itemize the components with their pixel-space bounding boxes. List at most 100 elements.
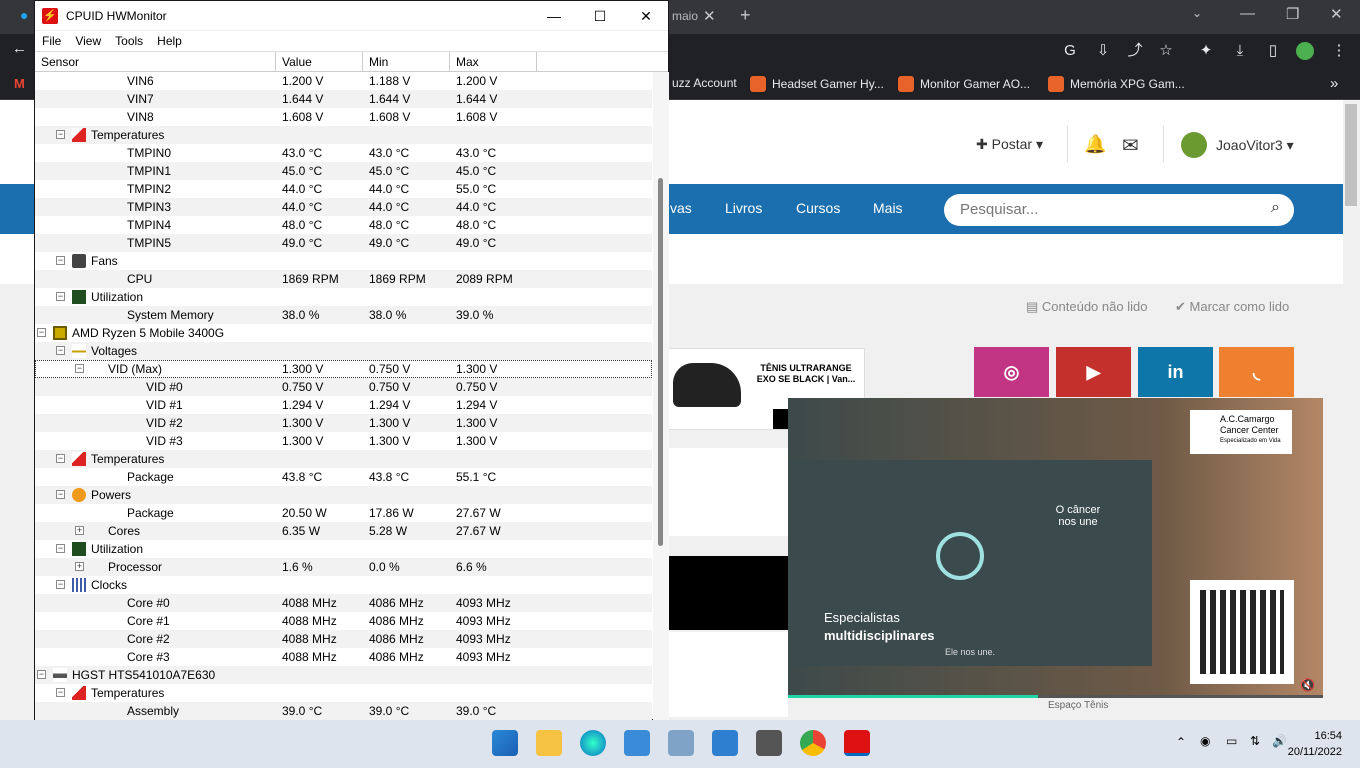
clock[interactable]: 16:54 20/11/2022: [1288, 728, 1342, 760]
maximize-button[interactable]: ☐: [577, 1, 623, 31]
sensor-group-row[interactable]: − Powers: [35, 486, 652, 504]
sensor-group-row[interactable]: − Temperatures: [35, 450, 652, 468]
collapse-toggle[interactable]: −: [37, 328, 46, 337]
gmail-icon[interactable]: M: [14, 76, 25, 91]
menu-kebab-icon[interactable]: ⋮: [1330, 42, 1348, 60]
sensor-row[interactable]: Core #2 4088 MHz 4086 MHz 4093 MHz: [35, 630, 652, 648]
sensor-row[interactable]: TMPIN4 48.0 °C 48.0 °C 48.0 °C: [35, 216, 652, 234]
sensor-row[interactable]: VIN6 1.200 V 1.188 V 1.200 V: [35, 72, 652, 90]
minimize-icon[interactable]: —: [1240, 5, 1255, 22]
sensor-row[interactable]: TMPIN2 44.0 °C 44.0 °C 55.0 °C: [35, 180, 652, 198]
collapse-toggle[interactable]: −: [75, 364, 84, 373]
user-menu[interactable]: JoaoVitor3 ▾: [1216, 137, 1294, 154]
collapse-toggle[interactable]: −: [56, 346, 65, 355]
volume-icon[interactable]: 🔊: [1272, 734, 1287, 748]
nav-item[interactable]: vas: [670, 200, 692, 216]
sensor-tree[interactable]: VIN6 1.200 V 1.188 V 1.200 V VIN7 1.644 V 1.64…: [35, 72, 652, 720]
sensor-row[interactable]: VID #2 1.300 V 1.300 V 1.300 V: [35, 414, 652, 432]
start-icon[interactable]: [492, 730, 518, 756]
sensor-row[interactable]: + Cores 6.35 W 5.28 W 27.67 W: [35, 522, 652, 540]
app-icon[interactable]: [756, 730, 782, 756]
collapse-toggle[interactable]: −: [37, 670, 46, 679]
collapse-toggle[interactable]: −: [56, 256, 65, 265]
share-icon[interactable]: ⤴: [1126, 42, 1144, 60]
menu-file[interactable]: File: [35, 34, 68, 48]
collapse-toggle[interactable]: −: [56, 544, 65, 553]
sidepanel-icon[interactable]: ▯: [1264, 42, 1282, 60]
youtube-icon[interactable]: ▶: [1056, 347, 1131, 397]
bookmark-item[interactable]: uzz Account: [672, 76, 737, 90]
steam-icon[interactable]: ◉: [1200, 734, 1210, 748]
mute-icon[interactable]: 🔇: [1300, 678, 1315, 692]
sensor-group-row[interactable]: − HGST HTS541010A7E630: [35, 666, 652, 684]
install-icon[interactable]: ⇩: [1094, 42, 1112, 60]
rss-icon[interactable]: ◟: [1219, 347, 1294, 397]
close-button[interactable]: ✕: [623, 1, 669, 31]
linkedin-icon[interactable]: in: [1138, 347, 1213, 397]
sensor-row[interactable]: TMPIN3 44.0 °C 44.0 °C 44.0 °C: [35, 198, 652, 216]
collapse-toggle[interactable]: −: [56, 580, 65, 589]
sensor-group-row[interactable]: − Utilization: [35, 288, 652, 306]
sensor-group-row[interactable]: − Clocks: [35, 576, 652, 594]
col-value[interactable]: Value: [276, 52, 363, 71]
bookmark-item[interactable]: Monitor Gamer AO...: [898, 76, 1030, 92]
sensor-group-row[interactable]: − Fans: [35, 252, 652, 270]
profile-avatar[interactable]: [1296, 42, 1314, 60]
sensor-row[interactable]: Core #1 4088 MHz 4086 MHz 4093 MHz: [35, 612, 652, 630]
back-arrow-icon[interactable]: ←: [12, 40, 27, 57]
search-icon[interactable]: ⌕: [1271, 199, 1280, 217]
avatar[interactable]: [1181, 132, 1207, 158]
search-input[interactable]: Pesquisar... ⌕: [944, 194, 1294, 226]
collapse-toggle[interactable]: −: [56, 292, 65, 301]
sensor-group-row[interactable]: − AMD Ryzen 5 Mobile 3400G: [35, 324, 652, 342]
post-button[interactable]: ✚ Postar ▾: [976, 136, 1043, 153]
extensions-icon[interactable]: ✦: [1197, 42, 1215, 60]
network-icon[interactable]: ⇅: [1250, 734, 1260, 748]
download-icon[interactable]: ⤓: [1231, 42, 1249, 60]
sensor-row[interactable]: Core #3 4088 MHz 4086 MHz 4093 MHz: [35, 648, 652, 666]
page-scrollbar[interactable]: [1343, 100, 1360, 720]
col-sensor[interactable]: Sensor: [35, 52, 276, 71]
col-max[interactable]: Max: [450, 52, 537, 71]
chrome-icon[interactable]: [800, 730, 826, 756]
col-min[interactable]: Min: [363, 52, 450, 71]
close-tab-icon[interactable]: ✕: [703, 7, 716, 25]
close-icon[interactable]: ✕: [1330, 5, 1343, 23]
sensor-group-row[interactable]: − Temperatures: [35, 126, 652, 144]
tab-title[interactable]: maio: [672, 9, 698, 23]
unread-link[interactable]: ▤ Conteúdo não lido: [1026, 299, 1147, 315]
nav-item-cursos[interactable]: Cursos: [796, 200, 840, 216]
sensor-row[interactable]: VIN8 1.608 V 1.608 V 1.608 V: [35, 108, 652, 126]
sensor-group-row[interactable]: − Voltages: [35, 342, 652, 360]
tree-scrollbar[interactable]: [653, 72, 669, 720]
sensor-group-row[interactable]: − Temperatures: [35, 684, 652, 702]
chevron-down-icon[interactable]: ⌄: [1192, 6, 1202, 20]
minimize-button[interactable]: —: [531, 1, 577, 31]
display-icon[interactable]: ▭: [1226, 734, 1237, 748]
sensor-row[interactable]: VID #0 0.750 V 0.750 V 0.750 V: [35, 378, 652, 396]
sensor-row[interactable]: VIN7 1.644 V 1.644 V 1.644 V: [35, 90, 652, 108]
nav-item-mais[interactable]: Mais: [873, 200, 903, 216]
sensor-row[interactable]: TMPIN5 49.0 °C 49.0 °C 49.0 °C: [35, 234, 652, 252]
sensor-row[interactable]: Package 43.8 °C 43.8 °C 55.1 °C: [35, 468, 652, 486]
mark-read-link[interactable]: ✔ Marcar como lido: [1175, 299, 1289, 315]
menu-view[interactable]: View: [68, 34, 108, 48]
bell-icon[interactable]: 🔔: [1084, 134, 1106, 155]
sensor-row[interactable]: System Memory 38.0 % 38.0 % 39.0 %: [35, 306, 652, 324]
sensor-row[interactable]: TMPIN1 45.0 °C 45.0 °C 45.0 °C: [35, 162, 652, 180]
menu-tools[interactable]: Tools: [108, 34, 150, 48]
star-icon[interactable]: ☆: [1157, 42, 1175, 60]
file-explorer-icon[interactable]: [536, 730, 562, 756]
video-ad[interactable]: Especialistas multidisciplinares Ele nos…: [788, 398, 1323, 698]
expand-toggle[interactable]: +: [75, 526, 84, 535]
sensor-group-row[interactable]: − Utilization: [35, 540, 652, 558]
sensor-row[interactable]: CPU 1869 RPM 1869 RPM 2089 RPM: [35, 270, 652, 288]
photos-icon[interactable]: [624, 730, 650, 756]
sensor-row[interactable]: Package 20.50 W 17.86 W 27.67 W: [35, 504, 652, 522]
google-icon[interactable]: G: [1061, 42, 1079, 60]
video-progress[interactable]: [788, 695, 1323, 698]
monitor-app-icon[interactable]: [668, 730, 694, 756]
instagram-icon[interactable]: ◎: [974, 347, 1049, 397]
scroll-thumb[interactable]: [658, 178, 663, 546]
maximize-icon[interactable]: ❐: [1286, 5, 1299, 23]
